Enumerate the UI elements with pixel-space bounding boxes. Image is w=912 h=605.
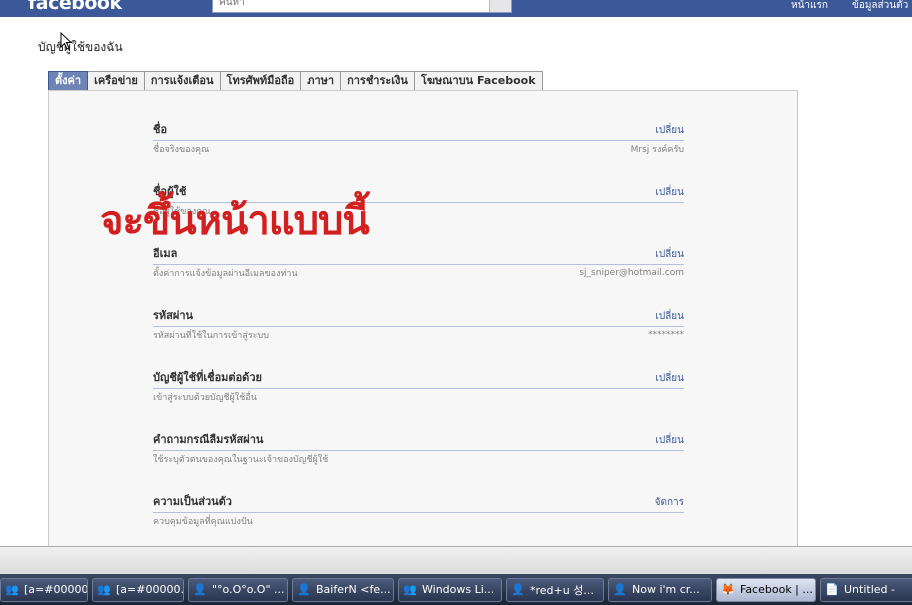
taskbar-item[interactable]: 📄 Untitled -: [820, 577, 912, 602]
tab-notifications[interactable]: การแจ้งเตือน: [144, 71, 221, 91]
messenger-icon: 👤: [297, 583, 311, 596]
setting-label: ชื่อ: [153, 123, 168, 136]
change-security-question-link[interactable]: เปลี่ยน: [655, 433, 684, 448]
taskbar-item[interactable]: 👤 *red+u 성...: [506, 577, 604, 602]
page-title: บัญชีผู้ใช้ของฉัน: [38, 40, 123, 54]
setting-description: รหัสผ่านที่ใช้ในการเข้าสู่ระบบ: [153, 331, 269, 341]
setting-label: รหัสผ่าน: [153, 309, 194, 322]
setting-security-question: คำถามกรณีลืมรหัสผ่าน เปลี่ยน ใช้ระบุตัวต…: [153, 433, 684, 467]
taskbar-item[interactable]: 👤 "°o.O°o.O" ...: [188, 577, 288, 602]
setting-label: ความเป็นส่วนตัว: [153, 495, 232, 508]
taskbar-item-active[interactable]: 🦊 Facebook | ...: [716, 577, 816, 602]
setting-password: รหัสผ่าน เปลี่ยน รหัสผ่านที่ใช้ในการเข้า…: [153, 309, 684, 343]
change-password-link[interactable]: เปลี่ยน: [655, 309, 684, 324]
settings-panel: ชื่อ เปลี่ยน ชื่อจริงของคุณ Mrsj รงค์ครั…: [48, 90, 798, 546]
setting-description: ใช้ระบุตัวตนของคุณในฐานะเจ้าของบัญชีผู้ใ…: [153, 455, 329, 465]
tab-mobile[interactable]: โทรศัพท์มือถือ: [220, 71, 302, 91]
annotation-overlay-text: จะขึ้นหน้าแบบนี้: [100, 198, 370, 244]
setting-value: Mrsj รงค์ครับ: [630, 145, 684, 155]
setting-description: เข้าสู่ระบบด้วยบัญชีผู้ใช้อื่น: [153, 393, 257, 403]
search-button[interactable]: [489, 0, 511, 12]
network-icon: 👥: [5, 583, 19, 596]
setting-linked-accounts: บัญชีผู้ใช้ที่เชื่อมต่อด้วย เปลี่ยน เข้า…: [153, 371, 684, 405]
setting-privacy: ความเป็นส่วนตัว จัดการ ควบคุมข้อมูลที่คุ…: [153, 495, 684, 529]
setting-email: อีเมล เปลี่ยน ตั้งค่าการแจ้งข้อมูลผ่านอี…: [153, 247, 684, 281]
change-email-link[interactable]: เปลี่ยน: [655, 247, 684, 262]
top-bar: facebook หน้าแรก ข้อมูลส่วนตัว: [0, 0, 912, 17]
taskbar-item[interactable]: 👥 Windows Li...: [398, 577, 502, 602]
search-box[interactable]: [212, 0, 512, 13]
tab-settings[interactable]: ตั้งค่า: [48, 71, 89, 91]
tab-language[interactable]: ภาษา: [301, 71, 342, 91]
search-input[interactable]: [219, 0, 489, 8]
messenger-icon: 👤: [511, 583, 525, 596]
setting-label: บัญชีผู้ใช้ที่เชื่อมต่อด้วย: [153, 371, 262, 384]
messenger-icon: 👤: [613, 583, 627, 596]
change-username-link[interactable]: เปลี่ยน: [655, 185, 684, 200]
setting-description: ชื่อจริงของคุณ: [153, 145, 210, 155]
settings-tabs: ตั้งค่า เครือข่าย การแจ้งเตือน โทรศัพท์ม…: [48, 71, 543, 91]
windows-taskbar: 👥 [a=#000000... 👥 [a=#00000... 👤 "°o.O°o…: [0, 574, 912, 605]
setting-description: ควบคุมข้อมูลที่คุณแบ่งปัน: [153, 517, 253, 527]
setting-name: ชื่อ เปลี่ยน ชื่อจริงของคุณ Mrsj รงค์ครั…: [153, 123, 684, 157]
taskbar-item[interactable]: 👤 BaiferN <fe...: [292, 577, 394, 602]
facebook-logo[interactable]: facebook: [28, 0, 122, 14]
people-icon: 👥: [403, 583, 417, 596]
taskbar-item[interactable]: 👤 Now i'm cr...: [608, 577, 712, 602]
browser-status-bar: [0, 546, 912, 574]
change-name-link[interactable]: เปลี่ยน: [655, 123, 684, 138]
change-linked-accounts-link[interactable]: เปลี่ยน: [655, 371, 684, 386]
messenger-icon: 👤: [193, 583, 207, 596]
taskbar-item[interactable]: 👥 [a=#00000...: [92, 577, 184, 602]
manage-privacy-link[interactable]: จัดการ: [655, 495, 684, 510]
tab-payments[interactable]: การชำระเงิน: [341, 71, 415, 91]
profile-link[interactable]: ข้อมูลส่วนตัว: [852, 0, 908, 13]
home-link[interactable]: หน้าแรก: [791, 0, 828, 13]
setting-description: ตั้งค่าการแจ้งข้อมูลผ่านอีเมลของท่าน: [153, 269, 298, 279]
setting-value: ********: [648, 330, 684, 340]
setting-label: คำถามกรณีลืมรหัสผ่าน: [153, 433, 264, 446]
notepad-icon: 📄: [825, 583, 839, 596]
setting-value: sj_sniper@hotmail.com: [579, 268, 684, 278]
tab-facebook-ads[interactable]: โฆษณาบน Facebook: [414, 71, 543, 91]
taskbar-item[interactable]: 👥 [a=#000000...: [0, 577, 88, 602]
firefox-icon: 🦊: [721, 583, 735, 596]
tab-networks[interactable]: เครือข่าย: [88, 71, 145, 91]
people-icon: 👥: [97, 583, 111, 596]
